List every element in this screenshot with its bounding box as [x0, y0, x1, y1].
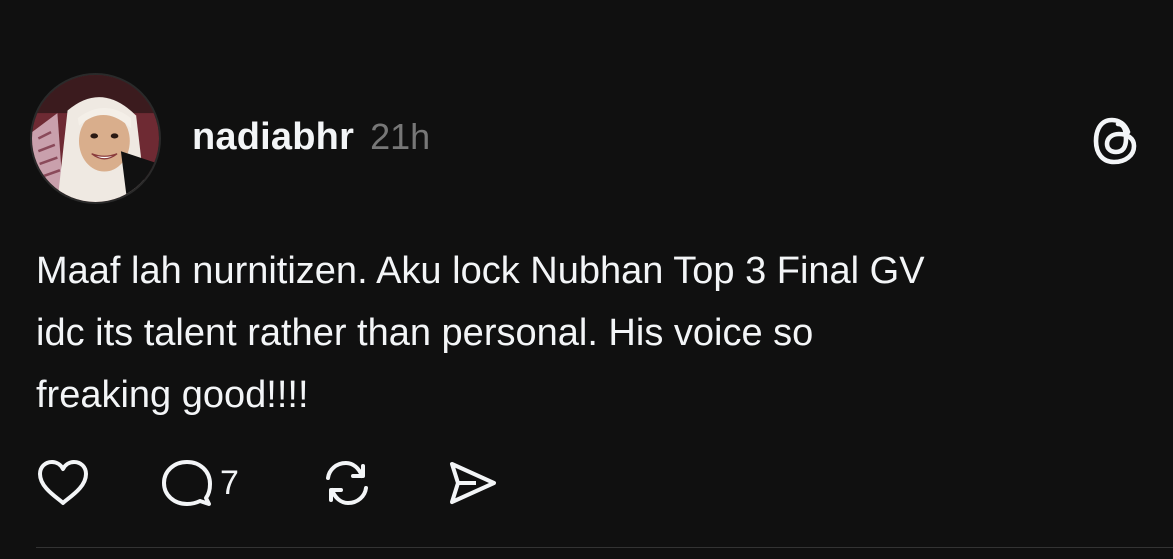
- share-button[interactable]: [446, 458, 498, 508]
- timestamp: 21h: [370, 116, 431, 157]
- comment-bubble-icon: [162, 460, 212, 506]
- post-text: Maaf lah nurnitizen. Aku lock Nubhan Top…: [36, 240, 1136, 426]
- post-text-line: Maaf lah nurnitizen. Aku lock Nubhan Top…: [36, 250, 925, 292]
- post-header: nadiabhr 21h: [192, 116, 430, 159]
- comment-button[interactable]: 7: [160, 458, 239, 508]
- avatar[interactable]: [30, 73, 161, 204]
- post-text-line: freaking good!!!!: [36, 374, 309, 416]
- repost-button[interactable]: [322, 458, 372, 508]
- repost-icon: [326, 461, 368, 505]
- like-button[interactable]: [36, 458, 90, 508]
- send-icon: [450, 462, 496, 504]
- post-text-line: idc its talent rather than personal. His…: [36, 312, 814, 354]
- threads-icon: [1093, 116, 1139, 166]
- post-divider: [36, 547, 1173, 548]
- username[interactable]: nadiabhr: [192, 116, 354, 159]
- comment-count: 7: [220, 464, 239, 502]
- avatar-image: [32, 75, 159, 202]
- thread-post: nadiabhr 21h Maaf lah nurnitizen. Aku lo…: [0, 0, 1173, 559]
- heart-icon: [38, 460, 88, 505]
